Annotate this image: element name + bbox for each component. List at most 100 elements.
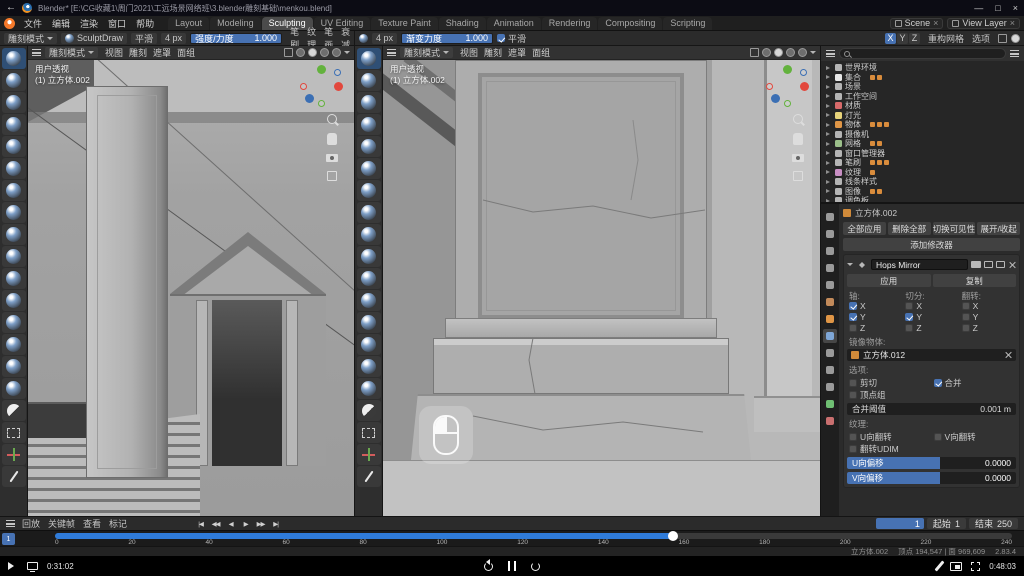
solid-shading-icon[interactable] (774, 48, 783, 57)
wireframe-shading-icon[interactable] (762, 48, 771, 57)
brush-button-crease[interactable] (357, 224, 381, 245)
mirror-axis-checkbox[interactable]: Y (849, 311, 901, 322)
brush-button-draw-sharp[interactable] (2, 70, 26, 91)
solid-shading-icon[interactable] (308, 48, 317, 57)
material-preview-icon[interactable] (320, 48, 329, 57)
workspace-tab[interactable]: Shading (439, 17, 486, 30)
rewind-icon[interactable] (484, 562, 493, 571)
overlay-toggle-icon[interactable] (998, 34, 1007, 43)
mirror-option-checkbox[interactable]: 剪切 (849, 377, 930, 388)
mode-dropdown[interactable]: 雕刻模式 (400, 47, 453, 58)
expand-icon[interactable] (826, 132, 832, 136)
brush-button-draw[interactable] (357, 48, 381, 69)
view-layer-selector[interactable]: View Layer × (947, 18, 1020, 29)
window-control-minimize[interactable]: — (974, 3, 983, 13)
transport-button-next-keyframe[interactable]: ▶▶ (254, 518, 267, 529)
perspective-toggle-icon[interactable] (327, 171, 337, 181)
annotate-tool-button[interactable] (2, 466, 26, 487)
brush-button-inflate[interactable] (2, 180, 26, 201)
axis-x-neg-dot[interactable] (766, 83, 773, 90)
realtime-visibility-icon[interactable] (984, 261, 993, 268)
shading-dropdown-icon[interactable] (810, 51, 816, 57)
brush-button-clay-thumb[interactable] (2, 136, 26, 157)
symmetry-toggle[interactable]: X (885, 33, 896, 44)
view-layer-unlink-icon[interactable]: × (1010, 18, 1015, 28)
pip-icon[interactable] (950, 562, 962, 571)
modifier-tools-button[interactable]: 全部应用 (843, 222, 886, 235)
menu[interactable]: 文件 (19, 17, 47, 30)
workspace-tab[interactable]: Texture Paint (371, 17, 438, 30)
brush-button-layer[interactable] (2, 158, 26, 179)
brush-button-fill[interactable] (357, 290, 381, 311)
navigation-gizmo[interactable] (766, 65, 810, 109)
properties-tab-scene[interactable] (823, 278, 837, 292)
viewport-3d-left[interactable]: 用户透视 (1) 立方体.002 (28, 60, 354, 516)
brush-button-blob[interactable] (357, 202, 381, 223)
transform-tool-button[interactable] (357, 444, 381, 465)
menu[interactable]: 窗口 (103, 17, 131, 30)
workspace-tab[interactable]: Layout (168, 17, 209, 30)
properties-tab-modifiers[interactable] (823, 329, 837, 343)
workspace-tab[interactable]: Modeling (210, 17, 261, 30)
properties-tab-output[interactable] (823, 244, 837, 258)
editor-type-icon[interactable] (387, 49, 396, 56)
viewport-menu[interactable]: 面组 (529, 46, 553, 59)
box-hide-tool-button[interactable] (2, 422, 26, 443)
offset-v-slider[interactable]: V向偏移 0.0000 (847, 472, 1016, 484)
gizmo-toggle-icon[interactable] (284, 48, 293, 57)
symmetry-toggle[interactable]: Z (909, 33, 920, 44)
volume-icon[interactable] (8, 562, 18, 570)
fullscreen-icon[interactable] (971, 562, 980, 571)
forward-icon[interactable] (531, 562, 540, 571)
brush-button-pose[interactable] (357, 378, 381, 399)
brush-button-scrape[interactable] (357, 312, 381, 333)
apply-modifier-button[interactable]: 应用 (847, 274, 931, 287)
mirror-option-checkbox[interactable]: 合并 (934, 377, 1015, 388)
timeline-menu[interactable]: 标记 (105, 517, 131, 530)
axis-z-dot[interactable] (771, 94, 780, 103)
viewport-menu[interactable]: 雕刻 (481, 46, 505, 59)
add-modifier-button[interactable]: 添加修改器 (843, 238, 1020, 251)
zoom-icon[interactable] (793, 114, 803, 124)
tool-settings-menu[interactable]: 选项 (968, 32, 994, 45)
properties-tab-material[interactable] (823, 414, 837, 428)
transform-tool-button[interactable] (2, 444, 26, 465)
mask-tool-button[interactable] (357, 400, 381, 421)
texture-option-checkbox[interactable]: V向翻转 (934, 431, 1015, 442)
viewport-menu[interactable]: 面组 (174, 46, 198, 59)
transport-button-play-reverse[interactable]: ◀ (224, 518, 237, 529)
brush-button-clay[interactable] (2, 92, 26, 113)
viewport-menu[interactable]: 视图 (102, 46, 126, 59)
viewport-3d-right[interactable]: 用户透视 (1) 立方体.002 (383, 60, 820, 516)
radius-field[interactable]: 4 px (372, 33, 397, 44)
wireframe-shading-icon[interactable] (296, 48, 305, 57)
mirror-flip-checkbox[interactable]: Y (962, 311, 1014, 322)
outliner-display-mode-icon[interactable] (826, 50, 835, 57)
pan-hand-icon[interactable] (327, 133, 337, 145)
brush-button-grab[interactable] (2, 356, 26, 377)
mirror-flip-checkbox[interactable]: X (962, 300, 1014, 311)
workspace-tab[interactable]: Animation (487, 17, 541, 30)
expand-icon[interactable] (826, 151, 832, 155)
expand-icon[interactable] (826, 189, 832, 193)
expand-icon[interactable] (826, 170, 832, 174)
texture-option-checkbox[interactable]: U向翻转 (849, 431, 930, 442)
material-preview-icon[interactable] (786, 48, 795, 57)
active-brush-chip[interactable]: SculptDraw (61, 33, 127, 44)
camera-view-icon[interactable] (792, 154, 804, 162)
mirror-bisect-checkbox[interactable]: Z (905, 322, 957, 333)
current-frame-field[interactable]: 1 (876, 518, 924, 529)
outliner-item[interactable]: 调色板 (823, 196, 1022, 202)
axis-y-dot[interactable] (317, 65, 326, 74)
axis-z-neg-dot[interactable] (334, 69, 341, 76)
viewport-menu[interactable]: 遮罩 (150, 46, 174, 59)
navigation-gizmo[interactable] (300, 65, 344, 109)
brush-button-clay-strips[interactable] (357, 114, 381, 135)
axis-x-neg-dot[interactable] (300, 83, 307, 90)
texture-option-checkbox[interactable]: 翻转UDIM (849, 443, 930, 454)
timeline-menu[interactable]: 查看 (79, 517, 105, 530)
window-control-close[interactable]: × (1013, 3, 1018, 13)
rendered-preview-icon[interactable] (332, 48, 341, 57)
properties-tab-constraints[interactable] (823, 380, 837, 394)
viewport-menu[interactable]: 雕刻 (126, 46, 150, 59)
